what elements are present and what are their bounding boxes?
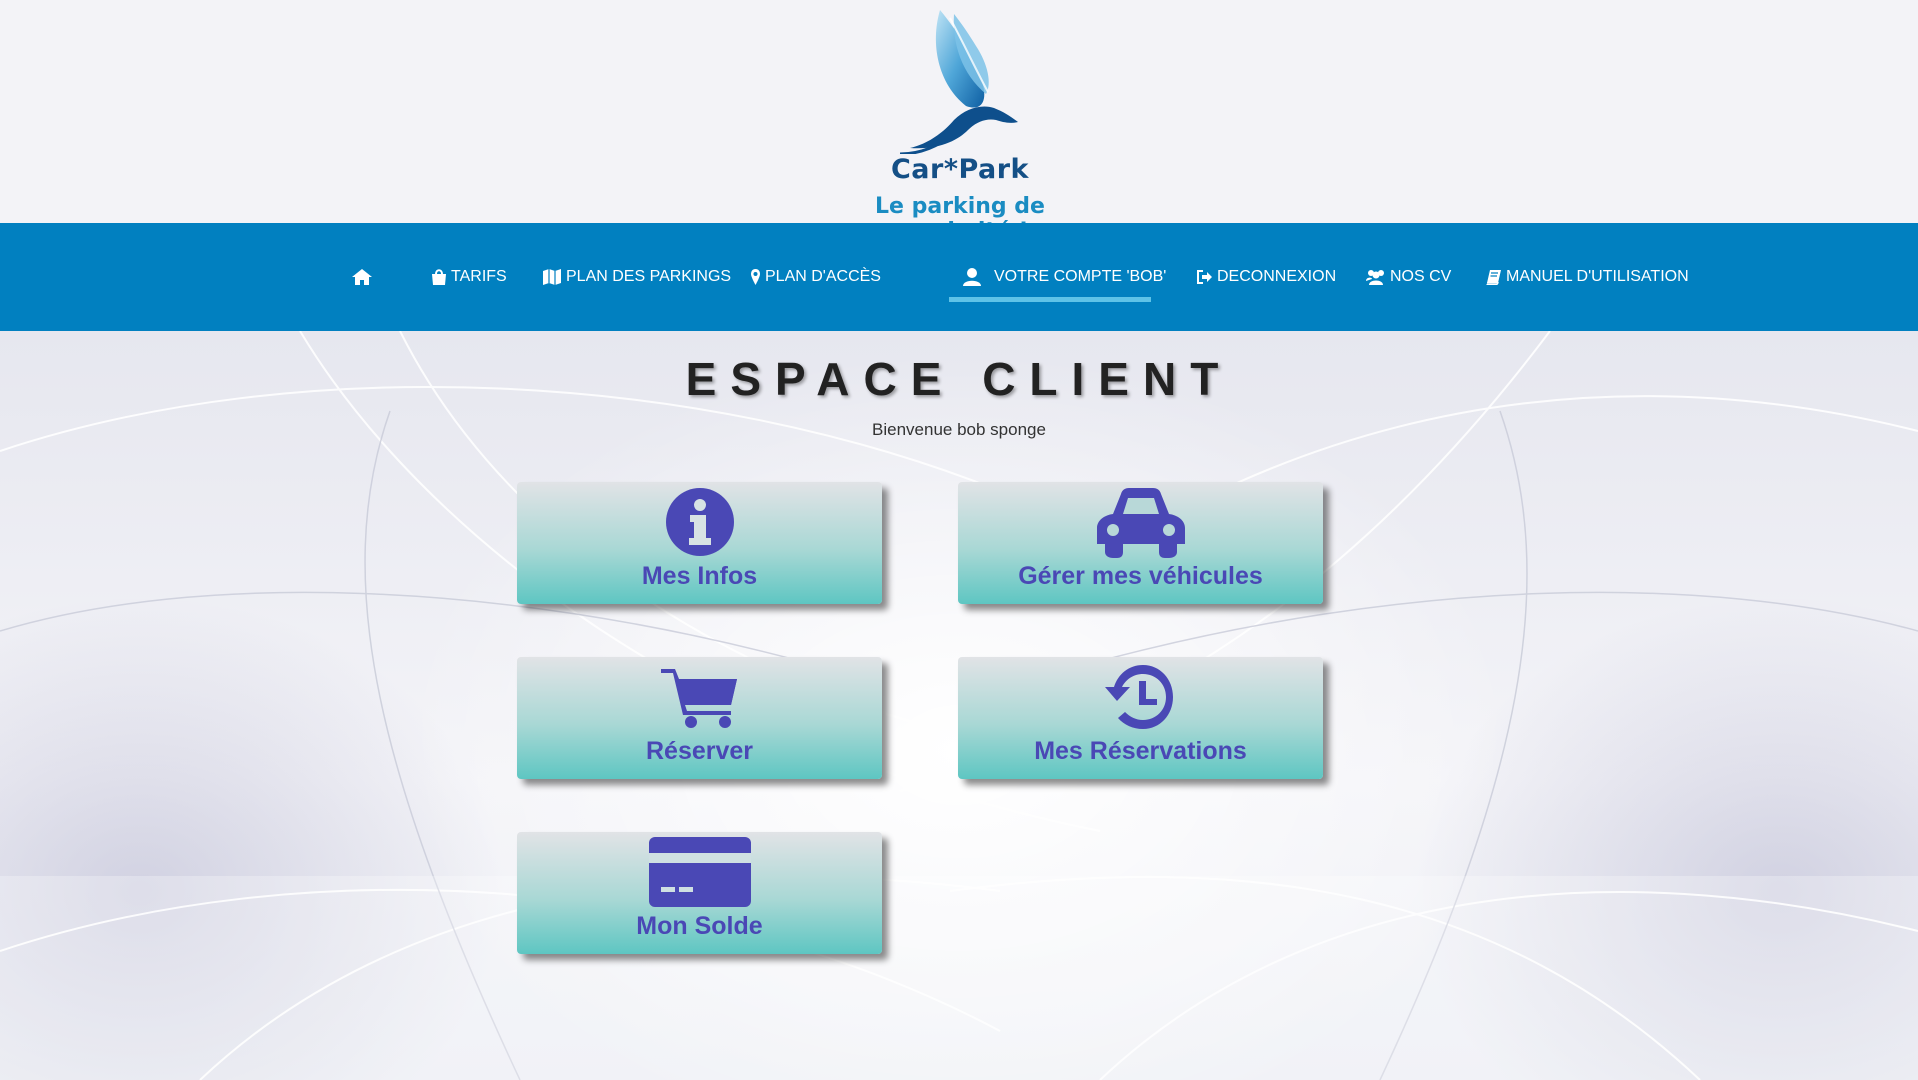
nav-votre-compte[interactable]: VOTRE COMPTE 'BOB' [962, 223, 1166, 331]
home-icon [351, 268, 373, 286]
logo[interactable]: Car*Park Le parking de proximité ! [820, 4, 1100, 244]
tile-mes-reservations[interactable]: Mes Réservations [958, 657, 1323, 779]
nav-deconnexion-label: DECONNEXION [1217, 268, 1337, 285]
credit-card-icon [517, 836, 882, 908]
sign-out-icon [1196, 269, 1213, 285]
nav-manuel-label: MANUEL D'UTILISATION [1506, 268, 1689, 285]
nav-manuel[interactable]: MANUEL D'UTILISATION [1485, 223, 1689, 331]
user-icon [962, 267, 982, 287]
main-navbar: TARIFS PLAN DES PARKINGS PLAN D'ACCÈS VO… [0, 223, 1918, 331]
tile-mon-solde-label: Mon Solde [636, 912, 763, 940]
nav-deconnexion[interactable]: DECONNEXION [1196, 223, 1336, 331]
active-tab-indicator [949, 297, 1151, 302]
tile-gerer-vehicules[interactable]: Gérer mes véhicules [958, 482, 1323, 604]
car-icon [958, 486, 1323, 558]
nav-plan-parkings[interactable]: PLAN DES PARKINGS [542, 223, 731, 331]
nav-tarifs[interactable]: TARIFS [431, 223, 507, 331]
shopping-cart-icon [517, 661, 882, 733]
map-icon [542, 268, 562, 286]
nav-nos-cv-label: NOS CV [1390, 268, 1452, 285]
shopping-bag-icon [431, 268, 447, 286]
page-title: ESPACE CLIENT [685, 353, 1233, 405]
users-icon [1366, 269, 1386, 286]
header: Car*Park Le parking de proximité ! [0, 0, 1918, 244]
nav-nos-cv[interactable]: NOS CV [1366, 223, 1451, 331]
map-marker-icon [750, 268, 761, 286]
tile-reserver[interactable]: Réserver [517, 657, 882, 779]
tile-mes-infos[interactable]: Mes Infos [517, 482, 882, 604]
info-circle-icon [517, 486, 882, 558]
tile-mon-solde[interactable]: Mon Solde [517, 832, 882, 954]
book-icon [1485, 269, 1502, 285]
nav-home[interactable] [351, 223, 377, 331]
nav-tarifs-label: TARIFS [451, 268, 507, 285]
nav-votre-compte-label: VOTRE COMPTE 'BOB' [994, 268, 1167, 285]
welcome-message: Bienvenue bob sponge [872, 420, 1046, 439]
bird-logo-icon [899, 10, 1018, 154]
nav-plan-parkings-label: PLAN DES PARKINGS [566, 268, 732, 285]
tile-mes-reservations-label: Mes Réservations [1034, 737, 1247, 765]
tile-gerer-vehicules-label: Gérer mes véhicules [1018, 562, 1263, 590]
tile-mes-infos-label: Mes Infos [641, 562, 758, 590]
history-icon [958, 661, 1323, 733]
brand-name: Car*Park [890, 154, 1030, 185]
tile-reserver-label: Réserver [645, 737, 754, 765]
nav-plan-acces[interactable]: PLAN D'ACCÈS [750, 223, 881, 331]
nav-plan-acces-label: PLAN D'ACCÈS [765, 268, 881, 285]
